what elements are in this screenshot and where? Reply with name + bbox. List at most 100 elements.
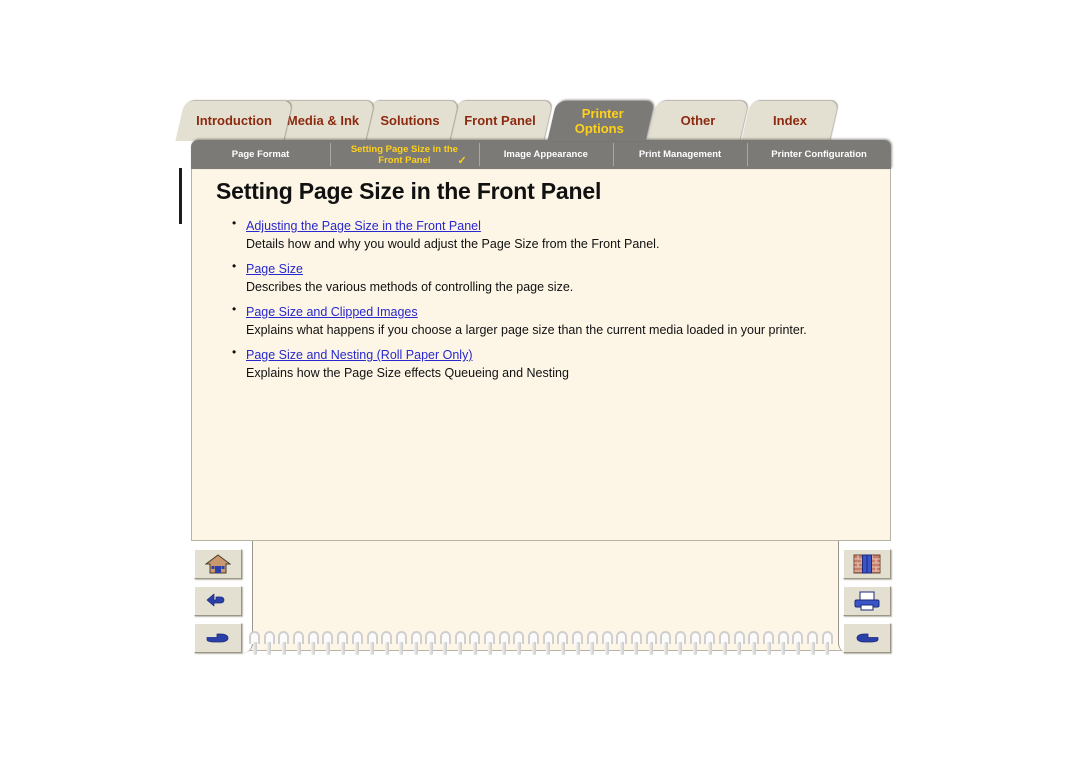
spiral-coil: [821, 631, 836, 657]
spiral-coil: [586, 631, 601, 657]
spiral-coil: [615, 631, 630, 657]
page-sheet: Setting Page Size in the Front Panel Adj…: [191, 166, 891, 541]
tab-front-panel-label: Front Panel: [464, 113, 536, 128]
spiral-coil: [336, 631, 351, 657]
spiral-coil: [498, 631, 513, 657]
tab-index-label: Index: [773, 113, 807, 128]
subtab-printer-configuration[interactable]: Printer Configuration: [747, 140, 891, 169]
spiral-coil: [483, 631, 498, 657]
subtab-page-format[interactable]: Page Format: [191, 140, 330, 169]
tab-other-label: Other: [680, 113, 716, 128]
spiral-coil: [659, 631, 674, 657]
spiral-coil: [277, 631, 292, 657]
subtab-setting-page-size-label: Setting Page Size in the: [350, 143, 458, 155]
nav-back-button[interactable]: [194, 586, 242, 616]
spiral-coil: [718, 631, 733, 657]
subtab-image-appearance[interactable]: Image Appearance: [478, 140, 613, 169]
home-icon: [205, 554, 231, 574]
tab-front-panel[interactable]: Front Panel: [447, 101, 553, 141]
spiral-coil: [542, 631, 557, 657]
spiral-coil: [424, 631, 439, 657]
spiral-coil: [630, 631, 645, 657]
subtab-page-format-label: Page Format: [231, 149, 290, 160]
topic-link[interactable]: Page Size and Clipped Images: [246, 305, 418, 319]
back-arrow-icon: [205, 591, 231, 611]
nav-print-button[interactable]: [843, 586, 891, 616]
spiral-coil: [645, 631, 660, 657]
nav-next-button[interactable]: [194, 623, 242, 653]
list-item: Page Size Describes the various methods o…: [232, 259, 870, 294]
topic-description: Explains how the Page Size effects Queue…: [246, 366, 569, 380]
spiral-coil: [527, 631, 542, 657]
sub-tab-bar: Page Format Setting Page Size in the Front…: [191, 140, 891, 169]
tab-introduction[interactable]: Introduction: [175, 101, 293, 141]
tab-printer-options-label: Options: [574, 121, 624, 136]
subtab-print-management-label: Print Management: [638, 149, 722, 160]
topic-description: Explains what happens if you choose a la…: [246, 323, 807, 337]
spiral-coil: [512, 631, 527, 657]
topic-link[interactable]: Page Size and Nesting (Roll Paper Only): [246, 348, 473, 362]
subtab-image-appearance-label: Image Appearance: [503, 149, 588, 160]
spiral-binding: [248, 631, 836, 657]
hand-right-icon: [205, 629, 231, 647]
spiral-coil: [733, 631, 748, 657]
printer-icon: [853, 591, 881, 611]
topic-description: Details how and why you would adjust the…: [246, 237, 660, 251]
spiral-coil: [454, 631, 469, 657]
hand-left-icon: [854, 629, 880, 647]
spiral-coil: [410, 631, 425, 657]
tab-introduction-label: Introduction: [196, 113, 272, 128]
main-tab-bar: Introduction Media & Ink Solutions Front Pa…: [175, 101, 904, 141]
spiral-coil: [762, 631, 777, 657]
topic-link[interactable]: Adjusting the Page Size in the Front Pan…: [246, 219, 481, 233]
spiral-coil: [321, 631, 336, 657]
spiral-coil: [248, 631, 263, 657]
topic-link[interactable]: Page Size: [246, 262, 303, 276]
spiral-coil: [571, 631, 586, 657]
nav-previous-button[interactable]: [843, 623, 891, 653]
spiral-coil: [601, 631, 616, 657]
spiral-coil: [395, 631, 410, 657]
spiral-coil: [439, 631, 454, 657]
spiral-coil: [292, 631, 307, 657]
spiral-coil: [777, 631, 792, 657]
spiral-coil: [263, 631, 278, 657]
app-window: Introduction Media & Ink Solutions Front Pa…: [0, 0, 1080, 763]
spiral-coil: [747, 631, 762, 657]
spiral-coil: [703, 631, 718, 657]
nav-bookshelf-button[interactable]: [843, 549, 891, 579]
page-title: Setting Page Size in the Front Panel: [216, 178, 602, 204]
page-left-rule: [179, 168, 182, 224]
spiral-coil: [366, 631, 381, 657]
tab-printer-options-label: Printer: [581, 106, 624, 121]
spiral-coil: [806, 631, 821, 657]
list-item: Adjusting the Page Size in the Front Pan…: [232, 216, 870, 251]
topic-link-list: Adjusting the Page Size in the Front Pan…: [216, 216, 870, 380]
list-item: Page Size and Clipped Images Explains wha…: [232, 302, 870, 337]
nav-buttons-right: [843, 549, 891, 660]
spiral-coil: [556, 631, 571, 657]
nav-buttons-left: [194, 549, 242, 660]
spiral-coil: [307, 631, 322, 657]
tab-index[interactable]: Index: [741, 101, 839, 141]
spiral-coil: [380, 631, 395, 657]
list-item: Page Size and Nesting (Roll Paper Only) E…: [232, 345, 870, 380]
spiral-coil: [791, 631, 806, 657]
page-content: Setting Page Size in the Front Panel Adj…: [192, 166, 890, 389]
subtab-printer-configuration-label: Printer Configuration: [771, 149, 867, 160]
spiral-coil: [351, 631, 366, 657]
nav-home-button[interactable]: [194, 549, 242, 579]
tab-other[interactable]: Other: [647, 101, 749, 141]
subtab-print-management[interactable]: Print Management: [612, 140, 747, 169]
subtab-setting-page-size[interactable]: Setting Page Size in the Front Panel ✓: [330, 140, 479, 169]
checkmark-icon: ✓: [457, 155, 467, 167]
topic-description: Describes the various methods of control…: [246, 280, 574, 294]
spiral-coil: [674, 631, 689, 657]
tab-solutions[interactable]: Solutions: [361, 101, 459, 141]
bookshelf-icon: [853, 554, 881, 574]
spiral-coil: [468, 631, 483, 657]
tab-solutions-label: Solutions: [380, 113, 440, 128]
tab-printer-options[interactable]: Printer Options: [547, 101, 655, 141]
subtab-setting-page-size-label: Front Panel: [378, 154, 431, 166]
spiral-coil: [689, 631, 704, 657]
